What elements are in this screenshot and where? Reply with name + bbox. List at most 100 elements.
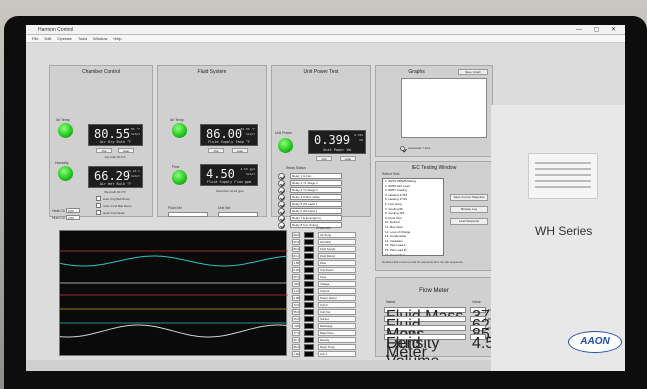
- chamber-temp-auto-button[interactable]: Auto: [118, 148, 134, 153]
- relay-label-5: Relay 5 W1 Heat 1: [290, 201, 342, 207]
- channel-color-swatch[interactable]: [304, 309, 314, 315]
- menu-tools[interactable]: Tools: [78, 36, 87, 42]
- fluid-select-2[interactable]: [218, 212, 258, 217]
- channel-color-swatch[interactable]: [304, 330, 314, 336]
- chamber-field2[interactable]: 0.00: [66, 215, 80, 220]
- relay-toggle-8[interactable]: [278, 222, 285, 229]
- channel-color-swatch[interactable]: [304, 246, 314, 252]
- channel-value: 84.1: [292, 253, 300, 259]
- fluid-flow-led: [172, 170, 187, 185]
- channel-label: Coil In: [318, 302, 356, 308]
- chamber-check-1[interactable]: [96, 196, 101, 201]
- chamber-check-3-label: Heat Cool Mode: [103, 211, 125, 215]
- unit-led-label: Unit Power: [275, 131, 293, 135]
- menu-file[interactable]: File: [32, 36, 38, 42]
- relay-toggle-7[interactable]: [278, 215, 285, 222]
- channel-value: 86.0: [292, 246, 300, 252]
- chamber-hum-display: 66.29 66.29 % Setpt Air Wet Bulb °F: [88, 166, 143, 188]
- channel-label: Voltage: [318, 281, 356, 287]
- channel-value: 230: [292, 281, 300, 287]
- channel-value: 45.2: [292, 316, 300, 322]
- menu-edit[interactable]: Edit: [44, 36, 51, 42]
- chamber-temp-caption: Air Dry Bulb °F: [99, 140, 132, 144]
- chamber-field2-label: Hum Ctl: [52, 216, 65, 220]
- chamber-field1-label: Heat Ctl: [52, 209, 65, 213]
- channel-color-swatch[interactable]: [304, 351, 314, 357]
- fluid-temp-auto-button[interactable]: Auto: [232, 148, 248, 153]
- unit-auto-button[interactable]: Auto: [340, 156, 356, 161]
- chamber-temp-display: 80.55 80.85 °F Setpt Air Dry Bulb °F: [88, 124, 143, 146]
- save-setpoints-button[interactable]: Save Current Setpoints: [450, 194, 488, 201]
- channel-value: 1.74: [292, 288, 300, 294]
- relay-label-1: Relay 1 G Fan: [290, 173, 342, 179]
- channel-value: 85.3: [292, 344, 300, 350]
- channel-color-swatch[interactable]: [304, 344, 314, 350]
- chamber-field1[interactable]: 0.00: [66, 208, 80, 213]
- window-controls[interactable]: — ▢ ✕: [576, 26, 621, 33]
- relay-label-6: Relay 6 W2 Heat 2: [290, 208, 342, 214]
- fluid-select-1[interactable]: [168, 212, 208, 217]
- graphs-panel: Graphs Save Graph Autoscale Y Axis: [375, 65, 493, 157]
- autoscale-radio[interactable]: [400, 146, 405, 151]
- channel-color-swatch[interactable]: [304, 323, 314, 329]
- menu-help[interactable]: Help: [113, 36, 121, 42]
- test-panel: IEC Testing Window Select Test: 1. 95/75…: [375, 161, 493, 271]
- fluid-temp-caption: Fluid Supply Temp °F: [207, 140, 251, 144]
- chamber-title: Chamber Control: [81, 69, 121, 75]
- channel-color-swatch[interactable]: [304, 295, 314, 301]
- channel-color-swatch[interactable]: [304, 274, 314, 280]
- test-list[interactable]: 1. 95/75 DB/WB Rating 2. 82/65 Part Load 3…: [382, 178, 444, 256]
- flow-title: Flow Meter: [419, 288, 449, 294]
- channel-color-swatch[interactable]: [304, 239, 314, 245]
- channel-color-swatch[interactable]: [304, 232, 314, 238]
- channel-label: Power Factor: [318, 295, 356, 301]
- menu-operate[interactable]: Operate: [57, 36, 71, 42]
- channel-color-swatch[interactable]: [304, 316, 314, 322]
- graph-area: [401, 78, 487, 138]
- unit-small2: kW: [359, 138, 363, 142]
- relay-toggle-2[interactable]: [278, 180, 285, 187]
- trend-line-teal: [59, 255, 289, 267]
- channel-label: Discharge: [318, 323, 356, 329]
- flow-row-value: 37.2: [470, 307, 503, 325]
- load-setpoints-button[interactable]: Load Setpoints: [450, 218, 488, 225]
- channel-label: Humidity: [318, 239, 356, 245]
- channel-color-swatch[interactable]: [304, 337, 314, 343]
- channel-color-swatch[interactable]: [304, 267, 314, 273]
- test-list-item[interactable]: 17. Sound Test: [383, 253, 443, 256]
- chamber-check-2[interactable]: [96, 203, 101, 208]
- save-graph-button[interactable]: Save Graph: [458, 69, 488, 75]
- fluid-temp-led: [172, 123, 187, 138]
- chamber-hum-small1: 66.29 %: [127, 169, 140, 173]
- channel-value: 66.3: [292, 239, 300, 245]
- relay-toggle-5[interactable]: [278, 201, 285, 208]
- relay-toggle-3[interactable]: [278, 187, 285, 194]
- chamber-panel: Chamber Control Air Temp 80.55 80.85 °F …: [49, 65, 153, 217]
- channel-color-swatch[interactable]: [304, 288, 314, 294]
- relay-toggle-1[interactable]: [278, 173, 285, 180]
- browse-log-button[interactable]: Browse Log: [450, 206, 488, 213]
- relay-toggle-4[interactable]: [278, 194, 285, 201]
- channel-color-swatch[interactable]: [304, 260, 314, 266]
- flow-col1: Name: [386, 300, 396, 304]
- relay-label-3: Relay 3 Y2 Stage 2: [290, 187, 342, 193]
- menu-window[interactable]: Window: [93, 36, 107, 42]
- chamber-hum-led: [58, 166, 73, 181]
- channel-color-swatch[interactable]: [304, 302, 314, 308]
- chamber-temp-out-button[interactable]: Out: [96, 148, 112, 153]
- fluid-flow-display: 4.50 4.50 gpm Setpt Fluid Supply Flow gp…: [200, 164, 258, 186]
- fluid-flow-caption: Fluid Supply Flow gpm: [206, 180, 252, 184]
- fluid-flow-small1: 4.50 gpm: [240, 167, 255, 171]
- fluid-temp-out-button[interactable]: Out: [208, 148, 224, 153]
- fluid-title: Fluid System: [197, 69, 227, 75]
- relay-toggle-6[interactable]: [278, 208, 285, 215]
- channel-color-swatch[interactable]: [304, 281, 314, 287]
- trend-plot: [59, 230, 289, 356]
- chamber-check-3[interactable]: [96, 210, 101, 215]
- graphs-title: Graphs: [408, 69, 425, 75]
- channel-label: Current: [318, 288, 356, 294]
- unit-out-button[interactable]: Out: [316, 156, 332, 161]
- flow-col2: Value: [472, 300, 481, 304]
- chamber-check-2-label: Auto Cond Bell Room: [103, 204, 132, 208]
- channel-color-swatch[interactable]: [304, 253, 314, 259]
